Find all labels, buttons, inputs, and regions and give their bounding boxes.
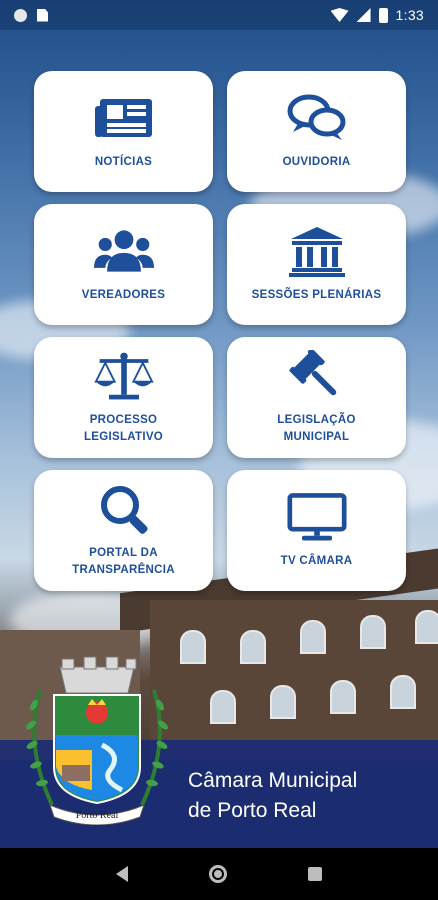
wifi-icon (330, 8, 349, 22)
menu-tile-tv[interactable]: TV CÂMARA (227, 470, 406, 591)
back-icon[interactable] (115, 866, 128, 882)
footer-title: Câmara Municipal de Porto Real (188, 766, 357, 826)
menu-label-processo: PROCESSO LEGISLATIVO (83, 413, 164, 443)
battery-icon (378, 7, 388, 23)
menu-label-vereadores: VEREADORES (81, 289, 166, 301)
recent-apps-icon[interactable] (308, 867, 323, 881)
menu-tile-processo[interactable]: PROCESSO LEGISLATIVO (34, 337, 213, 458)
municipal-crest-logo: Porto Real (26, 656, 168, 825)
menu-label-sessoes: SESSÕES PLENÁRIAS (251, 289, 382, 301)
menu-tile-legislacao[interactable]: LEGISLAÇÃO MUNICIPAL (227, 337, 406, 458)
menu-label-tv: TV CÂMARA (280, 555, 353, 567)
menu-label-portal: PORTAL DA TRANSPARÊNCIA (72, 546, 175, 576)
menu-tile-vereadores[interactable]: VEREADORES (34, 204, 213, 325)
home-icon[interactable] (208, 865, 227, 883)
menu-label-noticias: NOTÍCIAS (94, 156, 153, 168)
status-bar: 1:33 (0, 0, 438, 30)
menu-tile-ouvidoria[interactable]: OUVIDORIA (227, 71, 406, 192)
balance-scale-icon (93, 352, 154, 399)
gavel-icon (289, 349, 336, 395)
newspaper-icon (94, 99, 152, 137)
chat-bubbles-icon (287, 94, 345, 140)
institution-icon (288, 227, 345, 277)
navigation-bar (0, 848, 438, 900)
status-time: 1:33 (395, 7, 424, 23)
menu-tile-noticias[interactable]: NOTÍCIAS (34, 71, 213, 192)
sim-card-icon (37, 8, 48, 22)
menu-label-ouvidoria: OUVIDORIA (282, 156, 351, 168)
menu-label-legislacao: LEGISLAÇÃO MUNICIPAL (277, 413, 356, 443)
signal-icon (356, 8, 371, 22)
crest-ribbon-text: Porto Real (76, 810, 119, 821)
menu-tile-sessoes[interactable]: SESSÕES PLENÁRIAS (227, 204, 406, 325)
notification-dot-icon (14, 8, 27, 22)
monitor-icon (286, 493, 347, 541)
magnifier-icon (100, 485, 148, 534)
footer-title-line1: Câmara Municipal (188, 769, 358, 792)
footer-title-line2: de Porto Real (188, 799, 317, 822)
users-icon (93, 230, 154, 272)
menu-grid: NOTÍCIAS OUVIDORIA VEREADORES SESSÕES PL… (34, 71, 406, 591)
menu-tile-portal[interactable]: PORTAL DA TRANSPARÊNCIA (34, 470, 213, 591)
